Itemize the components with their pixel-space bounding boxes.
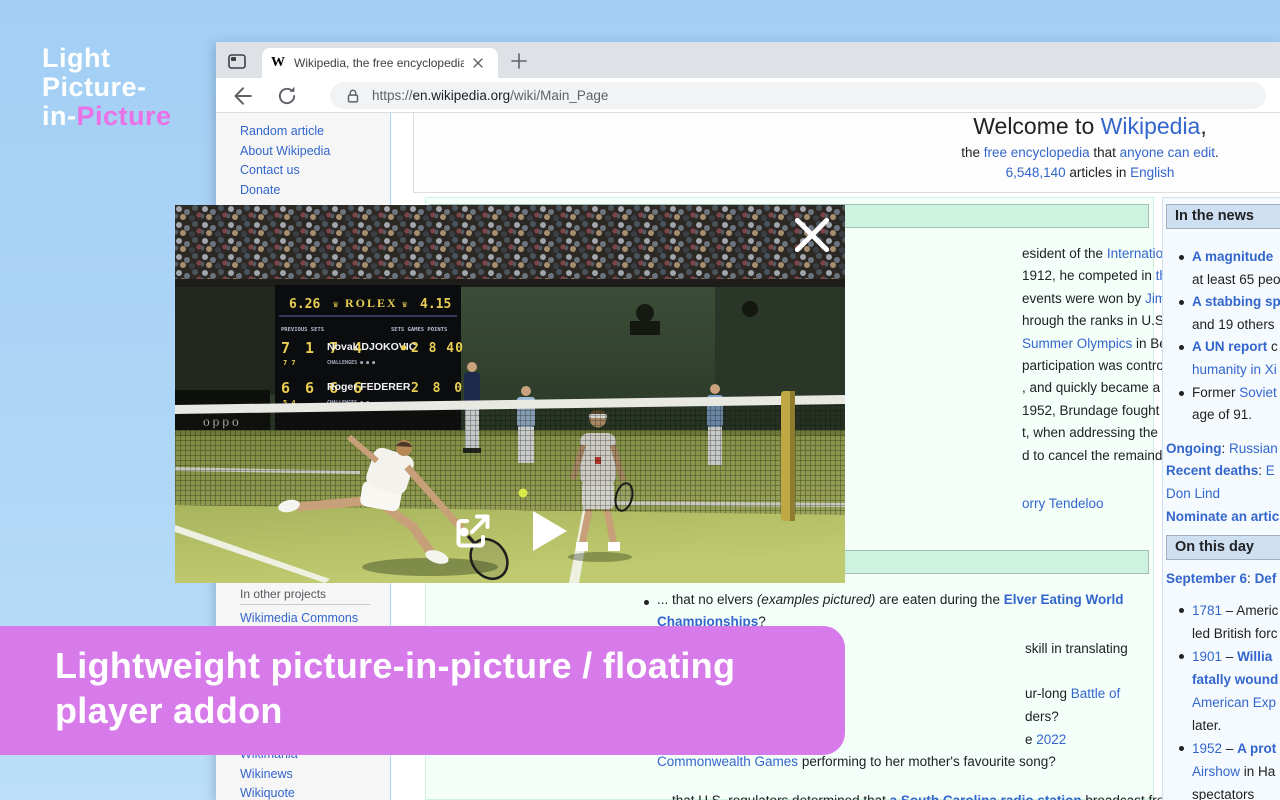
tab-title: Wikipedia, the free encyclopedia bbox=[294, 56, 464, 70]
promo-banner: Lightweight picture-in-picture / floatin… bbox=[0, 626, 845, 755]
score-time-left: 6.26 bbox=[289, 297, 320, 312]
news-recent-deaths: Recent deaths: E bbox=[1166, 463, 1275, 479]
welcome-tagline: the free encyclopedia that anyone can ed… bbox=[961, 145, 1219, 160]
browser-toolbar: https://en.wikipedia.org/wiki/Main_Page bbox=[216, 78, 1280, 113]
browser-tab[interactable]: W Wikipedia, the free encyclopedia bbox=[262, 48, 498, 78]
otd-item: 1901 – Willia bbox=[1166, 645, 1280, 668]
refresh-button[interactable] bbox=[276, 85, 298, 107]
dyk-fragment-4: e 2022 bbox=[1025, 732, 1067, 747]
sidebar-link-contact-us[interactable]: Contact us bbox=[240, 163, 300, 177]
news-item: Former Soviet bbox=[1166, 382, 1280, 405]
recently-featured-fragment: orry Tendeloo bbox=[1022, 496, 1104, 511]
banner-line1: Lightweight picture-in-picture / floatin… bbox=[55, 645, 736, 686]
article-count: 6,548,140 articles in English bbox=[1005, 165, 1175, 180]
logo-line3: in-Picture bbox=[42, 101, 172, 131]
close-tab-icon[interactable] bbox=[470, 55, 486, 71]
otd-item: 1781 – Americ bbox=[1166, 599, 1280, 622]
sidebar-link-about-wikipedia[interactable]: About Wikipedia bbox=[240, 144, 330, 158]
logo-line1: Light bbox=[42, 43, 111, 73]
otd-item: 1952 – A prot bbox=[1166, 737, 1280, 760]
dyk-fragment-3: ders? bbox=[1025, 709, 1059, 724]
score-time-right: 4.15 bbox=[420, 297, 451, 312]
url-text: https://en.wikipedia.org/wiki/Main_Page bbox=[372, 88, 609, 103]
address-bar[interactable]: https://en.wikipedia.org/wiki/Main_Page bbox=[330, 82, 1266, 109]
on-this-day-list: September 6: Def 1781 – Americ led Briti… bbox=[1166, 567, 1280, 800]
news-nominate: Nominate an artic bbox=[1166, 508, 1280, 524]
desktop-background: Light Picture- in-Picture W Wikipedia, t… bbox=[0, 0, 1280, 800]
dyk-fragment-1: skill in translating bbox=[1025, 641, 1128, 656]
svg-text:SETS GAMES POINTS: SETS GAMES POINTS bbox=[391, 327, 447, 333]
svg-text:PREVIOUS SETS: PREVIOUS SETS bbox=[281, 327, 324, 333]
wikipedia-favicon: W bbox=[270, 55, 286, 71]
svg-text:7 7: 7 7 bbox=[283, 359, 296, 367]
pip-close-button[interactable] bbox=[793, 217, 831, 253]
svg-text:♛: ♛ bbox=[402, 300, 408, 310]
sidebar-link-wikinews[interactable]: Wikinews bbox=[240, 767, 293, 781]
pip-player[interactable]: 6.26 ♛ ROLEX ♛ 4.15 PREVIOUS SETS SETS G… bbox=[175, 205, 845, 583]
otd-date-line: September 6: Def bbox=[1166, 571, 1277, 586]
svg-text:CHALLENGES ● ● ●: CHALLENGES ● ● ● bbox=[327, 360, 375, 366]
sidebar-heading-other-projects: In other projects bbox=[240, 587, 370, 605]
dyk-fragment-2: ur-long Battle of bbox=[1025, 686, 1121, 701]
sidebar-link-wikimedia-commons[interactable]: Wikimedia Commons bbox=[240, 611, 358, 625]
p2-score: 2 8 0 bbox=[411, 381, 465, 396]
tab-strip: W Wikipedia, the free encyclopedia bbox=[216, 42, 1280, 78]
banner-line2: player addon bbox=[55, 690, 283, 731]
p1-score: 2 8 40 bbox=[411, 341, 464, 356]
logo-line2: Picture- bbox=[42, 72, 147, 102]
score-brand: ROLEX bbox=[345, 296, 398, 310]
news-don-lind: Don Lind bbox=[1166, 485, 1221, 501]
on-this-day-header: On this day bbox=[1166, 535, 1280, 560]
tab-actions-icon[interactable] bbox=[224, 49, 250, 73]
sidebar-link-wikiquote[interactable]: Wikiquote bbox=[240, 786, 295, 800]
in-the-news-header: In the news bbox=[1166, 204, 1280, 229]
new-tab-button[interactable] bbox=[510, 52, 528, 75]
extension-logo: Light Picture- in-Picture bbox=[42, 44, 172, 131]
svg-text:♛: ♛ bbox=[333, 300, 339, 310]
news-item: A magnitude bbox=[1166, 246, 1280, 269]
sidebar-link-donate[interactable]: Donate bbox=[240, 183, 280, 197]
sidebar-link-random-article[interactable]: Random article bbox=[240, 124, 324, 138]
p2-name: Roger FEDERER bbox=[327, 381, 411, 393]
serve-indicator: ● bbox=[401, 343, 407, 353]
lock-icon bbox=[344, 87, 362, 105]
news-item: A UN report c bbox=[1166, 336, 1280, 359]
welcome-banner: Welcome to Wikipedia, the free encyclope… bbox=[413, 113, 1280, 193]
back-button[interactable] bbox=[232, 85, 254, 107]
news-item: A stabbing sp bbox=[1166, 291, 1280, 314]
in-the-news-list: A magnitude at least 65 peo A stabbing s… bbox=[1166, 246, 1280, 528]
welcome-title: Welcome to Wikipedia, bbox=[973, 113, 1207, 139]
tennis-video-frame: 6.26 ♛ ROLEX ♛ 4.15 PREVIOUS SETS SETS G… bbox=[175, 205, 845, 583]
pip-play-icon[interactable] bbox=[531, 509, 569, 558]
news-ongoing: Ongoing: Russian bbox=[1166, 440, 1278, 456]
dyk-item-commonwealth: Commonwealth Games performing to her mot… bbox=[657, 754, 1056, 769]
pip-popout-icon[interactable] bbox=[453, 511, 493, 556]
tennis-ball bbox=[518, 488, 528, 498]
